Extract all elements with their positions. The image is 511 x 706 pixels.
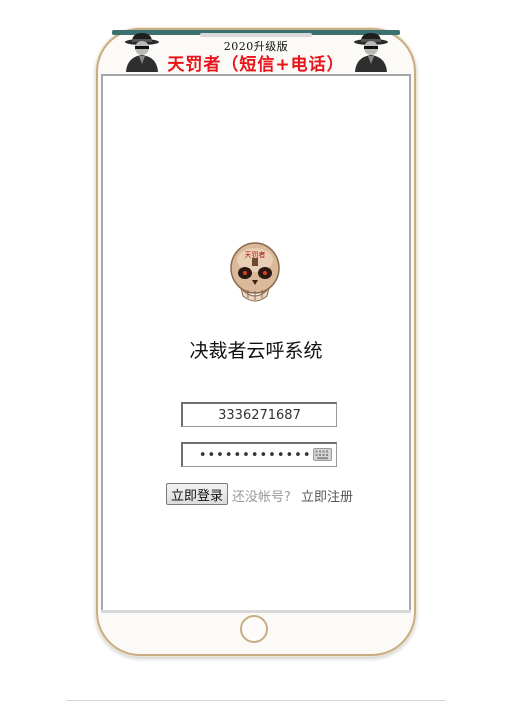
home-button[interactable] bbox=[240, 615, 268, 643]
page-bottom-divider bbox=[66, 700, 446, 701]
keyboard-icon[interactable] bbox=[313, 448, 332, 461]
login-button[interactable]: 立即登录 bbox=[166, 483, 228, 505]
banner-title: 天罚者（短信+电话） bbox=[167, 55, 345, 75]
skull-icon: 天罚者 bbox=[230, 242, 280, 302]
app-title: 决裁者云呼系统 bbox=[189, 340, 323, 362]
register-link[interactable]: 立即注册 bbox=[301, 486, 353, 505]
no-account-text: 还没帐号? bbox=[232, 490, 291, 505]
hacker-fedora-icon bbox=[125, 33, 159, 72]
username-input[interactable] bbox=[181, 402, 337, 427]
hacker-fedora-icon bbox=[354, 33, 388, 72]
phone-speaker bbox=[200, 33, 312, 37]
svg-text:天罚者: 天罚者 bbox=[245, 251, 266, 259]
screen-bottom-bar bbox=[101, 610, 411, 613]
